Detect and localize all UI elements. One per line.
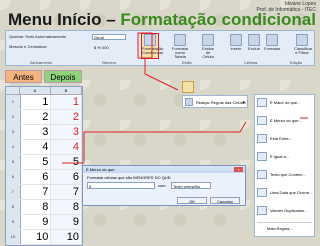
arrow-to-cf-menu	[144, 58, 179, 91]
arrow-to-submenu	[83, 121, 247, 162]
annotation-arrows	[62, 32, 308, 164]
ribbon-highlight-box	[137, 32, 153, 59]
